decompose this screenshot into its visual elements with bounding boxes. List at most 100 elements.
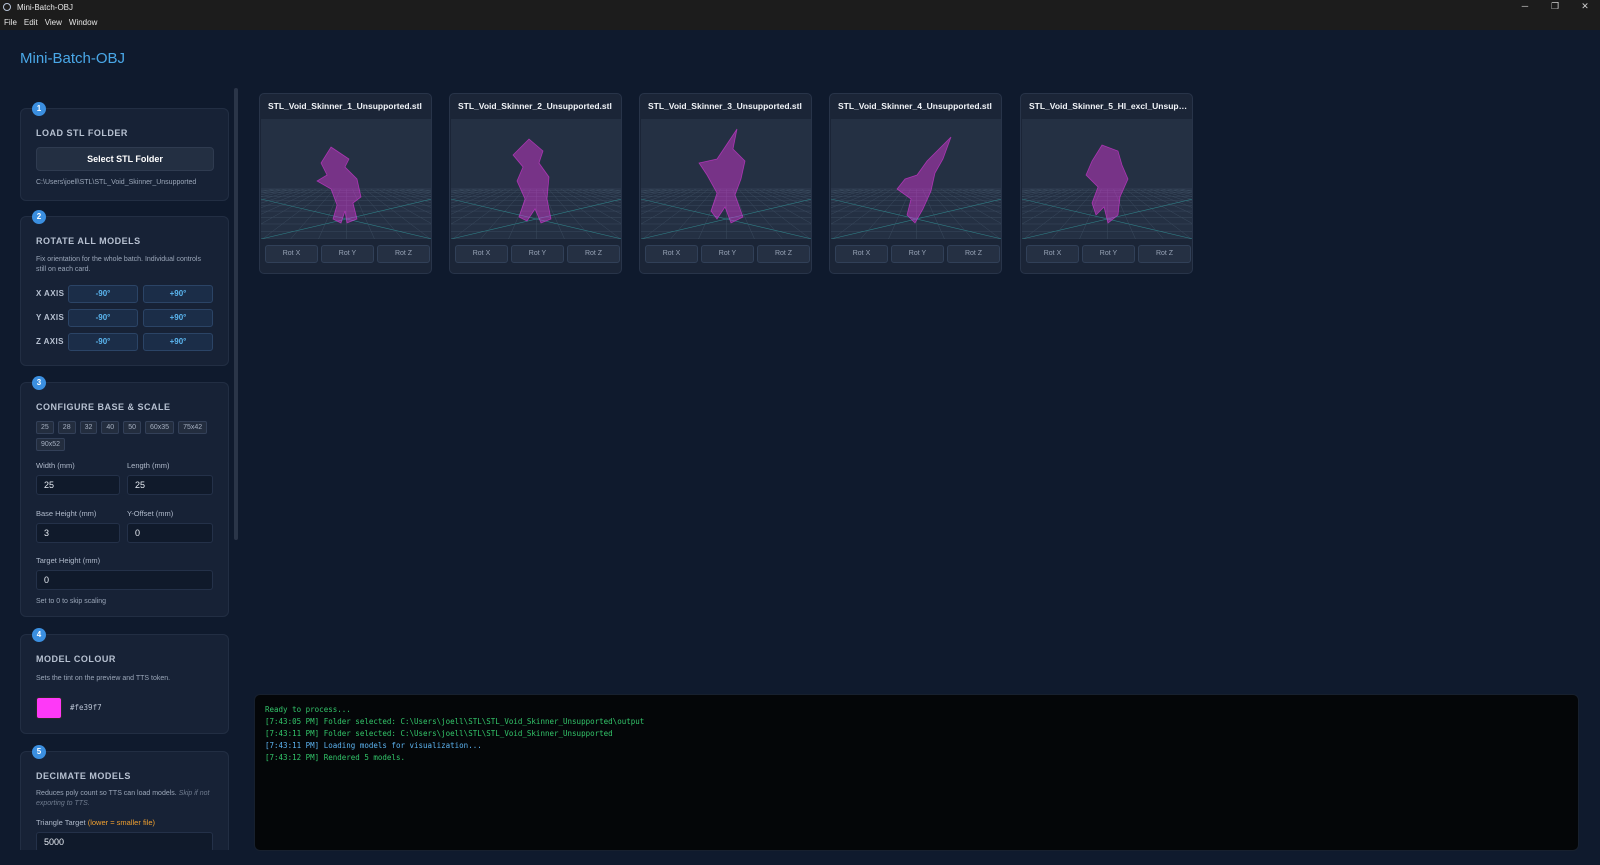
- preset-90x52[interactable]: 90x52: [36, 438, 66, 451]
- base-height-label: Base Height (mm): [36, 509, 97, 518]
- triangle-target-label-text: Triangle Target: [36, 818, 86, 827]
- menu-window[interactable]: Window: [69, 18, 97, 27]
- log-line: Ready to process...: [265, 705, 351, 714]
- rot-y-button[interactable]: Rot Y: [321, 245, 374, 263]
- preset-50[interactable]: 50: [123, 421, 141, 434]
- model-card[interactable]: STL_Void_Skinner_2_Unsupported.stl Rot X…: [449, 93, 622, 274]
- rot-x-button[interactable]: Rot X: [265, 245, 318, 263]
- log-line: [7:43:11 PM] Loading models for visualiz…: [265, 741, 482, 750]
- menu-view[interactable]: View: [45, 18, 62, 27]
- model-silhouette: [698, 128, 746, 224]
- y-offset-label: Y-Offset (mm): [127, 509, 174, 518]
- model-colour-description: Sets the tint on the preview and TTS tok…: [36, 675, 171, 682]
- preset-25[interactable]: 25: [36, 421, 54, 434]
- rotate-description: Fix orientation for the whole batch. Ind…: [36, 256, 201, 273]
- minimize-button[interactable]: ─: [1510, 0, 1540, 14]
- window-title: Mini-Batch-OBJ: [17, 2, 74, 12]
- rot-x-button[interactable]: Rot X: [835, 245, 888, 263]
- base-height-input[interactable]: 3: [36, 523, 120, 543]
- preset-row-2: 90x52: [36, 438, 69, 451]
- rot-y-button[interactable]: Rot Y: [891, 245, 944, 263]
- target-height-label: Target Height (mm): [36, 556, 101, 565]
- z-axis-minus-button[interactable]: -90°: [68, 333, 138, 351]
- y-axis-minus-button[interactable]: -90°: [68, 309, 138, 327]
- colour-swatch[interactable]: [36, 697, 62, 719]
- model-filename: STL_Void_Skinner_4_Unsupported.stl: [838, 101, 992, 111]
- width-label: Width (mm): [36, 461, 75, 470]
- y-offset-input[interactable]: 0: [127, 523, 213, 543]
- menu-edit[interactable]: Edit: [24, 18, 38, 27]
- model-filename: STL_Void_Skinner_3_Unsupported.stl: [648, 101, 802, 111]
- decimate-card: 5 DECIMATE MODELS Reduces poly count so …: [20, 745, 229, 850]
- rot-z-button[interactable]: Rot Z: [377, 245, 430, 263]
- x-axis-minus-button[interactable]: -90°: [68, 285, 138, 303]
- rot-x-button[interactable]: Rot X: [1026, 245, 1079, 263]
- folder-path: C:\Users\joell\STL\STL_Void_Skinner_Unsu…: [36, 179, 197, 186]
- x-axis-row: X AXIS -90° +90°: [36, 285, 216, 303]
- preset-60x35[interactable]: 60x35: [144, 421, 175, 434]
- model-rotate-controls: Rot X Rot Y Rot Z: [835, 245, 1001, 263]
- scaling-hint: Set to 0 to skip scaling: [36, 598, 107, 605]
- rot-y-button[interactable]: Rot Y: [511, 245, 564, 263]
- model-rotate-controls: Rot X Rot Y Rot Z: [645, 245, 811, 263]
- target-height-input[interactable]: 0: [36, 570, 213, 590]
- model-card[interactable]: STL_Void_Skinner_4_Unsupported.stl Rot X…: [829, 93, 1002, 274]
- model-rotate-controls: Rot X Rot Y Rot Z: [265, 245, 431, 263]
- rot-z-button[interactable]: Rot Z: [1138, 245, 1191, 263]
- length-label: Length (mm): [127, 461, 170, 470]
- step-badge-1: 1: [32, 102, 46, 116]
- base-scale-card: 3 CONFIGURE BASE & SCALE 25 28 32 40 50 …: [20, 376, 229, 617]
- rot-x-button[interactable]: Rot X: [645, 245, 698, 263]
- step-badge-3: 3: [32, 376, 46, 390]
- model-rotate-controls: Rot X Rot Y Rot Z: [1026, 245, 1192, 263]
- rotate-card: 2 ROTATE ALL MODELS Fix orientation for …: [20, 210, 229, 366]
- rot-x-button[interactable]: Rot X: [455, 245, 508, 263]
- y-axis-plus-button[interactable]: +90°: [143, 309, 213, 327]
- rot-z-button[interactable]: Rot Z: [567, 245, 620, 263]
- x-axis-label: X AXIS: [36, 289, 65, 298]
- rot-z-button[interactable]: Rot Z: [947, 245, 1000, 263]
- log-line: [7:43:11 PM] Folder selected: C:\Users\j…: [265, 729, 613, 738]
- step-badge-5: 5: [32, 745, 46, 759]
- y-axis-row: Y AXIS -90° +90°: [36, 309, 216, 327]
- model-preview[interactable]: [451, 119, 622, 239]
- rotate-heading: ROTATE ALL MODELS: [36, 236, 141, 246]
- triangle-target-input[interactable]: 5000: [36, 832, 213, 850]
- z-axis-plus-button[interactable]: +90°: [143, 333, 213, 351]
- load-folder-heading: LOAD STL FOLDER: [36, 128, 128, 138]
- close-button[interactable]: ✕: [1570, 0, 1600, 14]
- model-preview[interactable]: [641, 119, 812, 239]
- sidebar-scrollbar[interactable]: [234, 88, 238, 540]
- log-console[interactable]: Ready to process... [7:43:05 PM] Folder …: [254, 694, 1579, 851]
- model-card[interactable]: STL_Void_Skinner_3_Unsupported.stl Rot X…: [639, 93, 812, 274]
- x-axis-plus-button[interactable]: +90°: [143, 285, 213, 303]
- model-preview[interactable]: [261, 119, 432, 239]
- select-stl-folder-button[interactable]: Select STL Folder: [36, 147, 214, 171]
- rot-z-button[interactable]: Rot Z: [757, 245, 810, 263]
- model-rotate-controls: Rot X Rot Y Rot Z: [455, 245, 621, 263]
- triangle-target-label: Triangle Target (lower = smaller file): [36, 818, 155, 827]
- model-preview[interactable]: [1022, 119, 1193, 239]
- model-filename: STL_Void_Skinner_1_Unsupported.stl: [268, 101, 422, 111]
- menu-file[interactable]: File: [4, 18, 17, 27]
- decimate-heading: DECIMATE MODELS: [36, 771, 131, 781]
- rot-y-button[interactable]: Rot Y: [1082, 245, 1135, 263]
- menu-bar: File Edit View Window: [0, 14, 1600, 30]
- preset-32[interactable]: 32: [79, 421, 98, 434]
- model-preview[interactable]: [831, 119, 1002, 239]
- triangle-target-hint: (lower = smaller file): [87, 818, 156, 827]
- model-filename: STL_Void_Skinner_5_HI_excl_Unsuppor...: [1029, 101, 1189, 111]
- width-input[interactable]: 25: [36, 475, 120, 495]
- log-line: [7:43:12 PM] Rendered 5 models.: [265, 753, 405, 762]
- length-input[interactable]: 25: [127, 475, 213, 495]
- model-filename: STL_Void_Skinner_2_Unsupported.stl: [458, 101, 612, 111]
- sidebar[interactable]: 1 LOAD STL FOLDER Select STL Folder C:\U…: [20, 88, 230, 850]
- preset-28[interactable]: 28: [57, 421, 76, 434]
- rot-y-button[interactable]: Rot Y: [701, 245, 754, 263]
- preset-75x42[interactable]: 75x42: [178, 421, 208, 434]
- model-card[interactable]: STL_Void_Skinner_1_Unsupported.stl Rot X…: [259, 93, 432, 274]
- restore-button[interactable]: ❐: [1540, 0, 1570, 14]
- model-card[interactable]: STL_Void_Skinner_5_HI_excl_Unsuppor... R…: [1020, 93, 1193, 274]
- y-axis-label: Y AXIS: [36, 313, 65, 322]
- preset-40[interactable]: 40: [101, 421, 120, 434]
